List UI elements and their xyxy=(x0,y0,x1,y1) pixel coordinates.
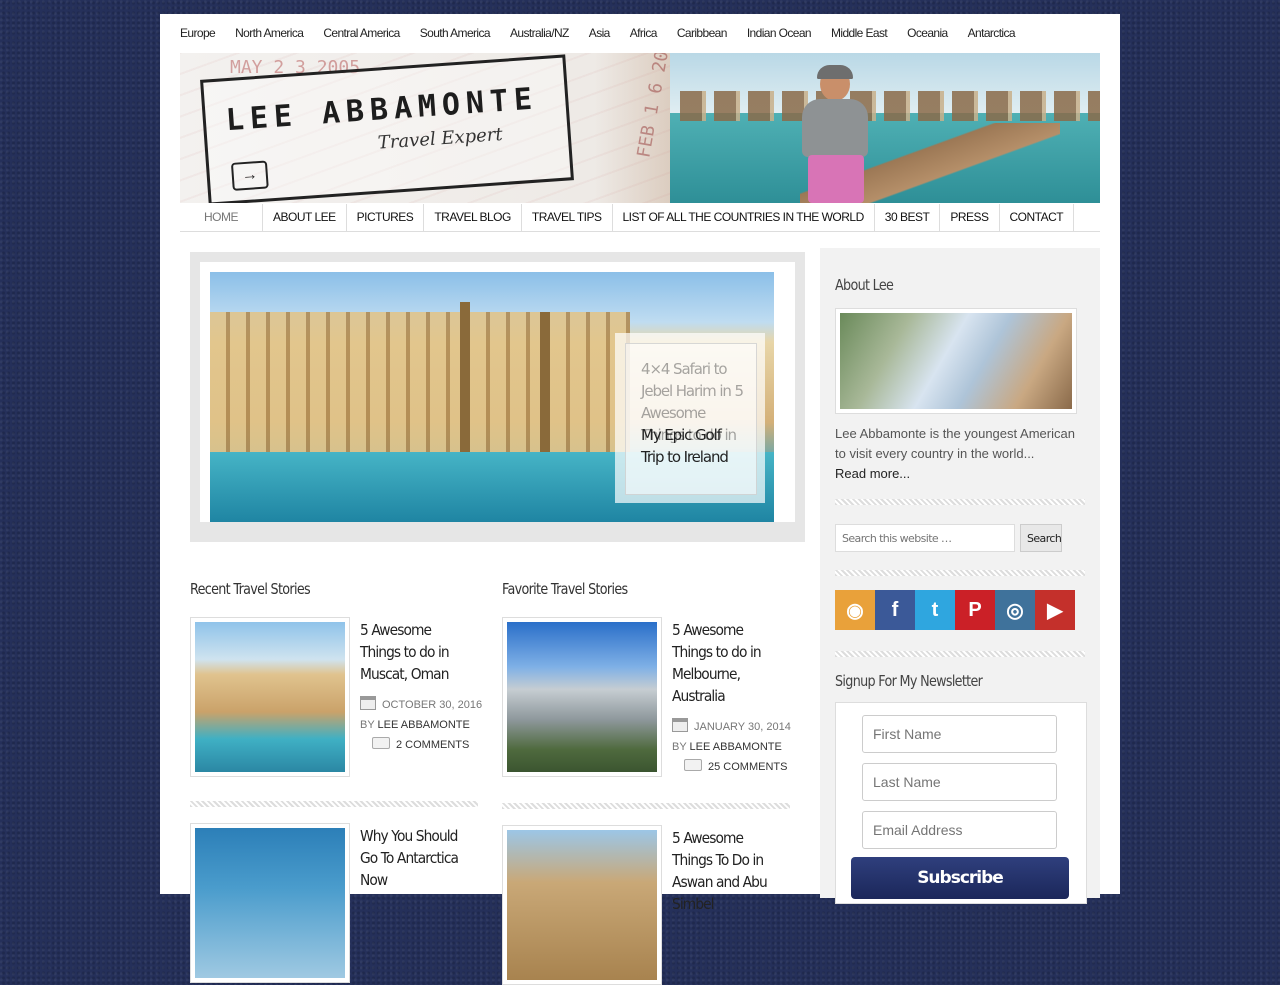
divider xyxy=(502,803,790,809)
region-link-south-america[interactable]: South America xyxy=(420,26,491,40)
read-more-link[interactable]: Read more... xyxy=(835,466,910,481)
arrow-icon: → xyxy=(230,160,269,191)
post-by: BY xyxy=(672,741,687,753)
region-link-middle-east[interactable]: Middle East xyxy=(831,26,888,40)
region-link-asia[interactable]: Asia xyxy=(589,26,611,40)
header-banner[interactable]: MAY 2 3 2005 FEB 1 6 2005 LEE ABBAMONTE … xyxy=(180,53,1100,203)
pinterest-icon[interactable]: P xyxy=(955,590,995,630)
post-thumbnail[interactable] xyxy=(190,617,350,777)
subscribe-button[interactable]: Subscribe xyxy=(851,857,1069,899)
region-link-caribbean[interactable]: Caribbean xyxy=(677,26,728,40)
about-description: Lee Abbamonte is the youngest American t… xyxy=(835,426,1075,461)
twitter-icon[interactable]: t xyxy=(915,590,955,630)
recent-heading: Recent Travel Stories xyxy=(190,580,311,598)
search-input[interactable] xyxy=(835,524,1015,552)
banner-water-villas xyxy=(680,91,1100,121)
post-date: JANUARY 30, 2014 xyxy=(694,721,791,733)
post-by: BY xyxy=(360,719,375,731)
comment-icon xyxy=(684,759,702,771)
featured-slider: 4×4 Safari to Jebel Harim in 5 Awesome T… xyxy=(190,252,805,542)
favorite-heading: Favorite Travel Stories xyxy=(502,580,628,598)
nav-travel-blog[interactable]: TRAVEL BLOG xyxy=(424,204,522,231)
email-field[interactable] xyxy=(862,811,1057,849)
region-link-oceania[interactable]: Oceania xyxy=(907,26,948,40)
region-link-north-america[interactable]: North America xyxy=(235,26,304,40)
about-title: About Lee xyxy=(835,276,894,294)
page: Europe North America Central America Sou… xyxy=(160,14,1120,985)
nav-pictures[interactable]: PICTURES xyxy=(347,204,425,231)
post-title[interactable]: 5 Awesome Things to do in Muscat, Oman xyxy=(360,619,470,685)
nav-home[interactable]: HOME xyxy=(180,204,263,231)
about-photo[interactable] xyxy=(835,308,1077,414)
divider xyxy=(835,570,1085,576)
region-link-europe[interactable]: Europe xyxy=(180,26,216,40)
search-button[interactable]: Search xyxy=(1020,524,1062,552)
nav-about-lee[interactable]: ABOUT LEE xyxy=(263,204,347,231)
instagram-icon[interactable]: ◎ xyxy=(995,590,1035,630)
divider xyxy=(835,651,1085,657)
post-date: OCTOBER 30, 2016 xyxy=(382,699,483,711)
post-meta: OCTOBER 30, 2016 BY LEE ABBAMONTE 2 COMM… xyxy=(360,695,485,755)
post-author-link[interactable]: LEE ABBAMONTE xyxy=(690,741,782,753)
post-meta: JANUARY 30, 2014 BY LEE ABBAMONTE 25 COM… xyxy=(672,717,797,777)
last-name-field[interactable] xyxy=(862,763,1057,801)
divider xyxy=(835,499,1085,505)
facebook-icon[interactable]: f xyxy=(875,590,915,630)
post-author-link[interactable]: LEE ABBAMONTE xyxy=(378,719,470,731)
banner-person-photo xyxy=(790,65,880,203)
newsletter-title: Signup For My Newsletter xyxy=(835,672,983,690)
site-logo[interactable]: LEE ABBAMONTE Travel Expert → xyxy=(200,54,574,203)
post-comments-link[interactable]: 25 COMMENTS xyxy=(708,761,787,773)
post-title[interactable]: Why You Should Go To Antarctica Now xyxy=(360,825,470,891)
post-thumbnail[interactable] xyxy=(502,825,662,985)
post-thumbnail[interactable] xyxy=(502,617,662,777)
slide-caption[interactable]: 4×4 Safari to Jebel Harim in 5 Awesome T… xyxy=(625,343,757,495)
nav-press[interactable]: PRESS xyxy=(940,204,1000,231)
region-nav: Europe North America Central America Sou… xyxy=(180,14,1035,52)
region-link-indian-ocean[interactable]: Indian Ocean xyxy=(747,26,812,40)
calendar-icon xyxy=(672,718,688,732)
post-comments-link[interactable]: 2 COMMENTS xyxy=(396,739,469,751)
social-icons: ◉ f t P ◎ ▶ xyxy=(835,590,1075,630)
nav-countries-list[interactable]: LIST OF ALL THE COUNTRIES IN THE WORLD xyxy=(613,204,875,231)
main-nav: HOME ABOUT LEE PICTURES TRAVEL BLOG TRAV… xyxy=(180,204,1100,232)
post-card: 5 Awesome Things to do in Muscat, Oman O… xyxy=(190,617,482,777)
region-link-africa[interactable]: Africa xyxy=(630,26,658,40)
region-link-antarctica[interactable]: Antarctica xyxy=(968,26,1016,40)
nav-travel-tips[interactable]: TRAVEL TIPS xyxy=(522,204,613,231)
rss-icon[interactable]: ◉ xyxy=(835,590,875,630)
post-title[interactable]: 5 Awesome Things To Do in Aswan and Abu … xyxy=(672,827,782,915)
youtube-icon[interactable]: ▶ xyxy=(1035,590,1075,630)
post-card: Why You Should Go To Antarctica Now xyxy=(190,823,480,983)
comment-icon xyxy=(372,737,390,749)
nav-contact[interactable]: CONTACT xyxy=(1000,204,1075,231)
slide-title[interactable]: My Epic Golf Trip to Ireland xyxy=(641,424,745,468)
calendar-icon xyxy=(360,696,376,710)
post-title[interactable]: 5 Awesome Things to do in Melbourne, Aus… xyxy=(672,619,782,707)
post-card: 5 Awesome Things To Do in Aswan and Abu … xyxy=(502,825,792,985)
first-name-field[interactable] xyxy=(862,715,1057,753)
logo-tagline: Travel Expert xyxy=(377,123,504,154)
post-card: 5 Awesome Things to do in Melbourne, Aus… xyxy=(502,617,792,777)
post-thumbnail[interactable] xyxy=(190,823,350,983)
region-link-australia-nz[interactable]: Australia/NZ xyxy=(510,26,569,40)
divider xyxy=(190,801,478,807)
newsletter-form: Subscribe xyxy=(835,702,1087,904)
sidebar: About Lee Lee Abbamonte is the youngest … xyxy=(820,248,1100,904)
about-text: Lee Abbamonte is the youngest American t… xyxy=(835,424,1085,484)
slider-frame: 4×4 Safari to Jebel Harim in 5 Awesome T… xyxy=(200,262,795,522)
region-link-central-america[interactable]: Central America xyxy=(323,26,400,40)
nav-30-best[interactable]: 30 BEST xyxy=(875,204,941,231)
